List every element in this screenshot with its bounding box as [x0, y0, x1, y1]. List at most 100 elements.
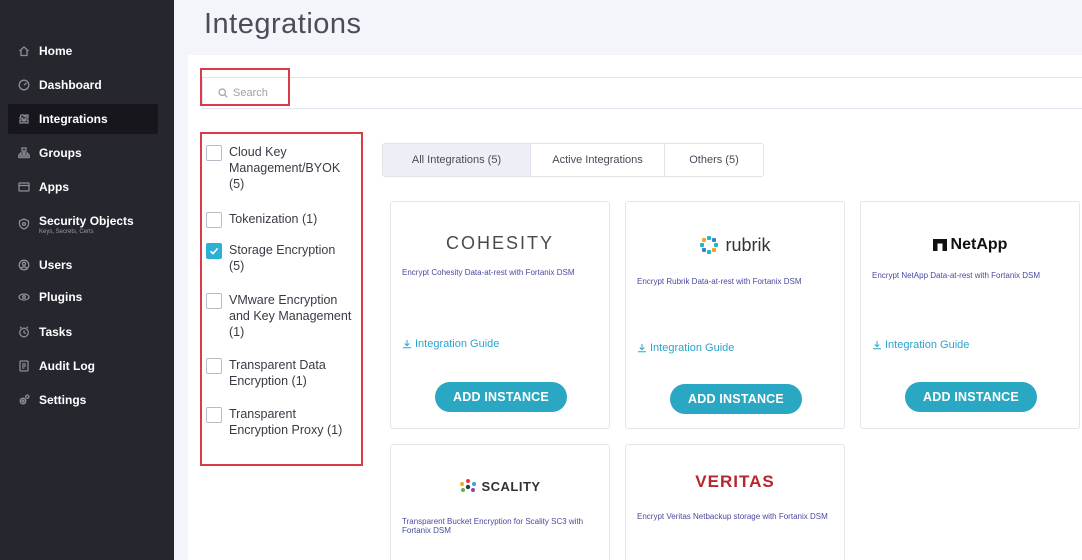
filter-count: (1) — [291, 374, 307, 388]
integration-card-scality: SCALITY Transparent Bucket Encryption fo… — [390, 444, 610, 560]
filter-label: Storage Encryption — [229, 243, 336, 257]
sidebar-item-label: Security Objects — [39, 213, 134, 228]
integration-tabs: All Integrations (5) Active Integrations… — [382, 143, 764, 177]
filter-label: Cloud Key Management/BYOK — [229, 145, 341, 175]
tab-all-integrations[interactable]: All Integrations (5) — [383, 144, 531, 176]
sidebar: Home Dashboard Integrations Groups Apps … — [0, 0, 174, 560]
filter-transparent-encryption-proxy[interactable]: Transparent Encryption Proxy (1) — [206, 406, 356, 438]
home-icon — [18, 45, 30, 57]
rubrik-mark-icon — [700, 236, 719, 254]
filter-checkbox[interactable] — [206, 407, 222, 423]
security-objects-icon — [18, 218, 30, 230]
sidebar-item-users[interactable]: Users — [8, 255, 158, 275]
logo-text: rubrik — [725, 234, 771, 255]
sidebar-item-label: Home — [39, 44, 73, 58]
logo-text: NetApp — [950, 236, 1008, 253]
filter-transparent-data-encryption[interactable]: Transparent Data Encryption (1) — [206, 357, 356, 389]
rubrik-logo: rubrik — [626, 234, 844, 256]
card-description: Encrypt NetApp Data-at-rest with Fortani… — [872, 271, 1041, 280]
dashboard-icon — [18, 79, 30, 91]
filter-label: Tokenization — [229, 212, 299, 226]
tab-active-integrations[interactable]: Active Integrations — [531, 144, 665, 176]
sidebar-item-label: Groups — [39, 146, 82, 160]
download-icon — [873, 341, 881, 350]
sidebar-item-text: Security Objects Keys, Secrets, Certs — [39, 214, 134, 235]
sidebar-item-label: Settings — [39, 393, 87, 407]
sidebar-item-settings[interactable]: Settings — [8, 390, 158, 410]
sidebar-item-plugins[interactable]: Plugins — [8, 287, 158, 307]
filter-checkbox[interactable] — [206, 145, 222, 161]
users-icon — [18, 259, 30, 271]
sidebar-item-label: Plugins — [39, 290, 83, 304]
search-input[interactable] — [233, 87, 433, 99]
sidebar-item-apps[interactable]: Apps — [8, 177, 158, 197]
guide-label: Integration Guide — [415, 338, 500, 350]
filter-checkbox[interactable] — [206, 358, 222, 374]
filter-tokenization[interactable]: Tokenization (1) — [206, 211, 356, 228]
sidebar-item-label: Dashboard — [39, 78, 102, 92]
integration-guide-link[interactable]: Integration Guide — [872, 339, 969, 351]
logo-text: COHESITY — [445, 232, 554, 253]
guide-label: Integration Guide — [885, 339, 970, 351]
filter-text: Transparent Encryption Proxy (1) — [229, 406, 354, 438]
card-description: Transparent Bucket Encryption for Scalit… — [402, 517, 584, 535]
sidebar-item-audit-log[interactable]: Audit Log — [8, 356, 158, 376]
sidebar-item-label: Apps — [39, 180, 69, 194]
add-instance-button[interactable]: ADD INSTANCE — [435, 382, 567, 412]
add-instance-button[interactable]: ADD INSTANCE — [670, 384, 802, 414]
filter-text: VMware Encryption and Key Management (1) — [229, 292, 356, 340]
integration-guide-link[interactable]: Integration Guide — [402, 338, 499, 350]
filter-text: Storage Encryption (5) — [229, 242, 335, 274]
filter-text: Transparent Data Encryption (1) — [229, 357, 349, 389]
sidebar-item-home[interactable]: Home — [8, 41, 158, 61]
integration-card-cohesity: COHESITY Encrypt Cohesity Data-at-rest w… — [390, 201, 610, 429]
filter-count: (1) — [326, 423, 343, 437]
filter-cloud-key-management[interactable]: Cloud Key Management/BYOK (5) — [206, 144, 356, 192]
logo-text: SCALITY — [481, 478, 541, 494]
filter-label: Transparent Encryption Proxy — [229, 407, 324, 437]
sidebar-item-groups[interactable]: Groups — [8, 143, 158, 163]
card-description: Encrypt Rubrik Data-at-rest with Fortani… — [637, 277, 802, 286]
filter-text: Cloud Key Management/BYOK (5) — [229, 144, 356, 192]
logo-text: VERITAS — [695, 472, 775, 491]
filter-checkbox[interactable] — [206, 293, 222, 309]
sidebar-item-tasks[interactable]: Tasks — [8, 322, 158, 342]
audit-log-icon — [18, 360, 30, 372]
netapp-mark-icon — [932, 239, 947, 251]
guide-label: Integration Guide — [650, 342, 735, 354]
sidebar-item-label: Integrations — [39, 112, 108, 126]
sidebar-item-integrations[interactable]: Integrations — [8, 104, 158, 134]
integration-card-netapp: NetApp Encrypt NetApp Data-at-rest with … — [860, 201, 1080, 429]
sidebar-item-security-objects[interactable]: Security Objects Keys, Secrets, Certs — [8, 210, 158, 238]
tasks-icon — [18, 326, 30, 338]
apps-icon — [18, 181, 30, 193]
cohesity-logo: COHESITY — [391, 232, 609, 254]
integrations-panel: Cloud Key Management/BYOK (5) Tokenizatio… — [188, 55, 1082, 560]
card-description: Encrypt Cohesity Data-at-rest with Forta… — [402, 268, 575, 277]
integration-card-veritas: VERITAS Encrypt Veritas Netbackup storag… — [625, 444, 845, 560]
page-title: Integrations — [204, 8, 362, 40]
sidebar-item-label: Audit Log — [39, 359, 95, 373]
filter-label: VMware Encryption and Key Management — [229, 293, 352, 323]
filter-storage-encryption[interactable]: Storage Encryption (5) — [206, 242, 356, 274]
integration-card-rubrik: rubrik Encrypt Rubrik Data-at-rest with … — [625, 201, 845, 429]
filter-checkbox[interactable] — [206, 243, 222, 259]
category-filters: Cloud Key Management/BYOK (5) Tokenizatio… — [200, 132, 363, 466]
filter-count: (5) — [229, 259, 245, 273]
main-content: Integrations Cloud Key Management/BYOK (5… — [174, 0, 1082, 560]
sidebar-item-dashboard[interactable]: Dashboard — [8, 75, 158, 95]
search-field-wrapper — [218, 87, 433, 99]
netapp-logo: NetApp — [861, 234, 1079, 256]
add-instance-button[interactable]: ADD INSTANCE — [905, 382, 1037, 412]
filter-text: Tokenization (1) — [229, 211, 317, 227]
search-bar — [202, 77, 1082, 109]
tab-others[interactable]: Others (5) — [665, 144, 763, 176]
download-icon — [403, 340, 411, 349]
settings-icon — [18, 394, 30, 406]
integrations-icon — [18, 113, 30, 125]
filter-checkbox[interactable] — [206, 212, 222, 228]
integration-guide-link[interactable]: Integration Guide — [637, 342, 734, 354]
app-root: Home Dashboard Integrations Groups Apps … — [0, 0, 1082, 560]
checkmark-icon — [209, 247, 219, 255]
filter-vmware-encryption[interactable]: VMware Encryption and Key Management (1) — [206, 292, 356, 340]
